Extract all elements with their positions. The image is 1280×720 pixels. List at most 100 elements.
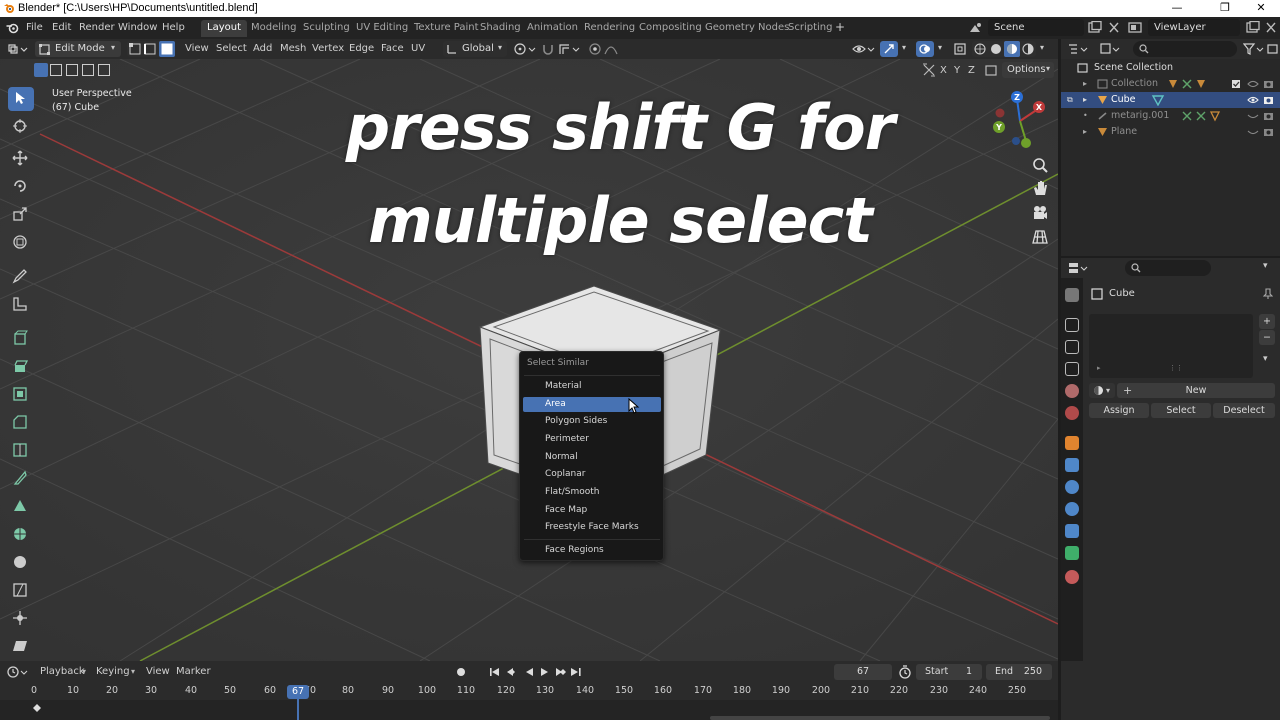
add-cube-tool[interactable] bbox=[8, 327, 34, 351]
menu-edit[interactable]: Edit bbox=[52, 22, 71, 33]
jump-end-icon[interactable] bbox=[571, 668, 581, 676]
deselect-button[interactable]: Deselect bbox=[1213, 403, 1275, 418]
ortho-toggle-button[interactable] bbox=[1030, 227, 1050, 247]
menu-item-flat-smooth[interactable]: Flat/Smooth bbox=[523, 485, 661, 500]
3d-viewport[interactable]: User Perspective (67) Cube press shift G… bbox=[0, 59, 1058, 661]
menu-file[interactable]: File bbox=[26, 22, 43, 33]
outliner-row-cube[interactable]: ⧉ ▸ Cube bbox=[1061, 92, 1280, 108]
stopwatch-icon[interactable] bbox=[898, 665, 912, 679]
play-icon[interactable] bbox=[541, 668, 548, 676]
blender-menu-icon[interactable] bbox=[6, 22, 19, 34]
menu-view[interactable]: View bbox=[185, 43, 209, 54]
playhead-line[interactable] bbox=[297, 699, 299, 720]
start-frame-field[interactable]: Start 1 bbox=[916, 664, 982, 680]
chevron-right-icon[interactable]: ▸ bbox=[1097, 364, 1101, 372]
outliner-row-metarig[interactable]: • metarig.001 bbox=[1061, 108, 1280, 124]
resize-handle-icon[interactable]: ⋮⋮ bbox=[1169, 364, 1183, 372]
menu-marker[interactable]: Marker bbox=[176, 666, 211, 677]
keyframe-diamond-icon[interactable] bbox=[33, 704, 41, 712]
tab-shading[interactable]: Shading bbox=[474, 20, 527, 37]
bevel-tool[interactable] bbox=[8, 411, 34, 435]
editor-type-icon[interactable] bbox=[6, 665, 30, 679]
view-layer-tab-icon[interactable] bbox=[1065, 362, 1079, 376]
scene-icon[interactable] bbox=[968, 21, 984, 34]
minimize-button[interactable]: — bbox=[1160, 0, 1194, 17]
pivot-point-icon[interactable] bbox=[513, 42, 539, 56]
new-collection-icon[interactable] bbox=[1267, 42, 1279, 56]
edge-select-icon[interactable] bbox=[144, 43, 156, 55]
menu-render[interactable]: Render bbox=[79, 22, 115, 33]
poly-build-tool[interactable] bbox=[8, 495, 34, 519]
menu-help[interactable]: Help bbox=[162, 22, 185, 33]
smooth-tool[interactable] bbox=[8, 551, 34, 575]
snap-target-icon[interactable] bbox=[558, 42, 584, 56]
eye-icon[interactable] bbox=[1247, 80, 1259, 88]
menu-item-material[interactable]: Material bbox=[523, 379, 661, 394]
camera-view-button[interactable] bbox=[1030, 203, 1050, 223]
modifiers-tab-icon[interactable] bbox=[1065, 458, 1079, 472]
end-frame-field[interactable]: End 250 bbox=[986, 664, 1052, 680]
camera-render-icon[interactable] bbox=[1263, 127, 1275, 137]
neg-x-axis-icon[interactable] bbox=[995, 108, 1005, 118]
select-new-icon[interactable] bbox=[34, 63, 48, 77]
spin-tool[interactable] bbox=[8, 523, 34, 547]
chevron-down-icon[interactable]: ▾ bbox=[82, 667, 86, 676]
object-tab-icon[interactable] bbox=[1065, 436, 1079, 450]
snap-icon[interactable] bbox=[541, 42, 555, 56]
menu-item-polygon-sides[interactable]: Polygon Sides bbox=[523, 414, 661, 429]
rotate-tool[interactable] bbox=[8, 175, 34, 199]
tab-layout[interactable]: Layout bbox=[201, 20, 247, 37]
mode-selector[interactable]: Edit Mode ▾ bbox=[35, 41, 121, 57]
menu-edge[interactable]: Edge bbox=[349, 43, 374, 54]
render-tab-icon[interactable] bbox=[1065, 318, 1079, 332]
eye-closed-icon[interactable] bbox=[1247, 112, 1259, 120]
outliner-row-scene-collection[interactable]: Scene Collection bbox=[1061, 60, 1280, 76]
assign-button[interactable]: Assign bbox=[1089, 403, 1149, 418]
prev-keyframe-icon[interactable] bbox=[507, 668, 521, 676]
material-preview-button[interactable] bbox=[1004, 41, 1020, 57]
new-scene-icon[interactable] bbox=[1088, 21, 1102, 34]
select-button[interactable]: Select bbox=[1151, 403, 1211, 418]
edit-mode-indicator-icon[interactable]: ⧉ bbox=[1067, 92, 1073, 108]
outliner-row-collection[interactable]: ▸ Collection bbox=[1061, 76, 1280, 92]
wireframe-shading-icon[interactable] bbox=[974, 43, 986, 55]
select-invert-icon[interactable] bbox=[82, 64, 94, 76]
falloff-icon[interactable] bbox=[604, 42, 618, 56]
move-tool[interactable] bbox=[8, 147, 34, 171]
select-intersect-icon[interactable] bbox=[98, 64, 110, 76]
properties-search-input[interactable] bbox=[1125, 260, 1211, 276]
playhead-frame-indicator[interactable]: 67 bbox=[287, 685, 309, 699]
chevron-right-icon[interactable]: ▸ bbox=[1083, 76, 1087, 92]
tab-compositing[interactable]: Compositing bbox=[633, 20, 708, 37]
add-workspace-button[interactable]: + bbox=[835, 20, 845, 34]
new-material-button[interactable]: + New bbox=[1117, 383, 1275, 398]
mesh-symmetry-icon[interactable] bbox=[922, 63, 936, 77]
proportional-editing-icon[interactable] bbox=[588, 42, 602, 56]
current-frame-field[interactable]: 67 bbox=[834, 664, 892, 680]
jump-start-icon[interactable] bbox=[490, 668, 499, 676]
new-view-layer-icon[interactable] bbox=[1246, 21, 1260, 34]
add-slot-button[interactable]: + bbox=[1259, 314, 1275, 329]
chevron-down-icon[interactable]: ▾ bbox=[131, 667, 135, 676]
chevron-down-icon[interactable]: ▾ bbox=[938, 43, 942, 52]
record-icon[interactable] bbox=[454, 666, 468, 678]
face-select-button[interactable] bbox=[159, 41, 175, 57]
tab-sculpting[interactable]: Sculpting bbox=[297, 20, 356, 37]
camera-render-icon[interactable] bbox=[1263, 111, 1275, 121]
tab-geometry-nodes[interactable]: Geometry Nodes bbox=[699, 20, 795, 37]
neg-z-axis-icon[interactable] bbox=[1012, 137, 1020, 145]
transform-tool[interactable] bbox=[8, 231, 34, 255]
menu-item-freestyle-face-marks[interactable]: Freestyle Face Marks bbox=[523, 520, 661, 535]
outliner-search-input[interactable] bbox=[1133, 41, 1237, 57]
scene-selector[interactable]: Scene bbox=[988, 19, 1084, 36]
tab-animation[interactable]: Animation bbox=[521, 20, 584, 37]
remove-slot-button[interactable]: − bbox=[1259, 330, 1275, 345]
chevron-down-icon[interactable]: ▾ bbox=[902, 43, 906, 52]
browse-material-button[interactable]: ▾ bbox=[1089, 383, 1115, 398]
menu-item-face-map[interactable]: Face Map bbox=[523, 503, 661, 518]
delete-scene-icon[interactable] bbox=[1108, 21, 1120, 34]
annotate-tool[interactable] bbox=[8, 265, 34, 289]
solid-shading-icon[interactable] bbox=[990, 43, 1002, 55]
menu-vertex[interactable]: Vertex bbox=[312, 43, 344, 54]
view-layer-selector[interactable]: ViewLayer bbox=[1148, 19, 1240, 36]
